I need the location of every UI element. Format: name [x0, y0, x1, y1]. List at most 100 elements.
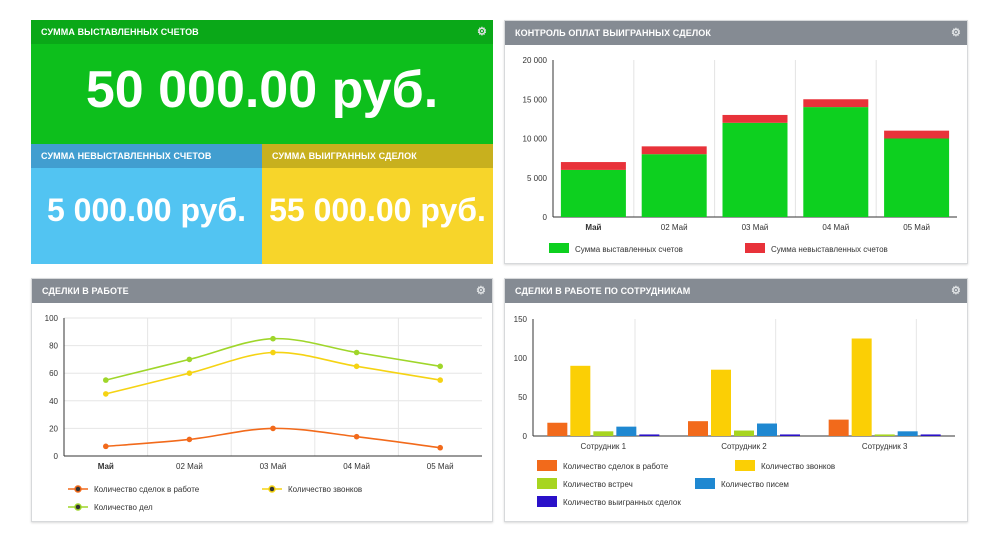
deals-point-0: [353, 433, 360, 440]
deals-x-tick-label: 05 Май: [427, 462, 454, 471]
deals-point-1: [103, 391, 109, 397]
payments-x-tick-label: 05 Май: [903, 223, 930, 232]
employees-x-tick-label: Сотрудник 1: [581, 442, 627, 451]
employees-bar-0: [828, 419, 849, 436]
deals-x-tick-label: 02 Май: [176, 462, 203, 471]
payments-header: КОНТРОЛЬ ОПЛАТ ВЫИГРАННЫХ СДЕЛОК ⚙: [505, 21, 967, 45]
deals-point-1: [186, 370, 193, 376]
employees-panel: СДЕЛКИ В РАБОТЕ ПО СОТРУДНИКАМ ⚙ 0 50 100 1…: [504, 278, 968, 522]
deals-point-0: [186, 436, 193, 443]
employees-y-tick-label: 50: [518, 393, 527, 402]
payments-bar-1: [641, 146, 707, 155]
kpi-won-header: СУММА ВЫИГРАННЫХ СДЕЛОК: [262, 144, 493, 168]
employees-bar-4: [920, 434, 941, 436]
payments-bar-1: [722, 114, 788, 123]
payments-x-tick-label: 02 Май: [661, 223, 688, 232]
payments-y-tick-label: 20 000: [523, 56, 548, 65]
employees-title: СДЕЛКИ В РАБОТЕ ПО СОТРУДНИКАМ: [515, 286, 691, 296]
payments-x-tick-label: 03 Май: [742, 223, 769, 232]
deals-legend-label: Количество звонков: [288, 485, 362, 494]
deals-point-2: [186, 356, 193, 363]
gear-icon[interactable]: ⚙: [951, 279, 961, 303]
employees-legend-swatch: [537, 460, 557, 471]
employees-bar-1: [570, 365, 591, 436]
deals-point-2: [103, 377, 109, 383]
payments-bar-0: [722, 122, 788, 217]
deals-legend-label: Количество дел: [94, 503, 153, 512]
employees-bar-2: [593, 431, 614, 436]
kpi-not-invoiced-panel: СУММА НЕВЫСТАВЛЕННЫХ СЧЕТОВ 5 000.00 руб…: [31, 144, 262, 264]
deals-point-1: [437, 377, 444, 383]
employees-x-tick-label: Сотрудник 2: [721, 442, 767, 451]
deals-chart: 0 20 40 60 80 100 Май 02 Май 03 Май 04 Май 05 Май К…: [45, 314, 482, 512]
deals-x-tick-label: 03 Май: [260, 462, 287, 471]
payments-chart: 0 5 000 10 000 15 000 20 000 Май 02 Май 03 Май 0…: [523, 56, 957, 254]
employees-legend-label: Количество звонков: [761, 462, 835, 471]
deals-point-0: [437, 444, 444, 451]
kpi-not-invoiced-title: СУММА НЕВЫСТАВЛЕННЫХ СЧЕТОВ: [41, 151, 212, 161]
deals-y-tick-label: 20: [49, 424, 58, 433]
payments-bar-0: [641, 154, 707, 217]
gear-icon[interactable]: ⚙: [477, 20, 487, 44]
payments-y-tick-label: 10 000: [523, 135, 548, 144]
employees-bar-2: [734, 430, 754, 436]
employees-header: СДЕЛКИ В РАБОТЕ ПО СОТРУДНИКАМ ⚙: [505, 279, 967, 303]
deals-legend-label: Количество сделок в работе: [94, 485, 200, 494]
deals-y-tick-label: 100: [45, 314, 59, 323]
employees-legend-swatch: [537, 478, 557, 489]
employees-bar-0: [688, 421, 708, 436]
payments-legend-label: Сумма выставленных счетов: [575, 245, 683, 254]
kpi-invoiced-value: 50 000.00 руб.: [85, 61, 439, 119]
employees-bar-4: [780, 434, 800, 436]
employees-bar-1: [851, 338, 872, 436]
deals-y-tick-label: 0: [54, 452, 59, 461]
deals-series-line-0: [105, 427, 441, 449]
kpi-not-invoiced-value: 5 000.00 руб.: [46, 192, 247, 228]
deals-point-2: [437, 363, 444, 370]
deals-header: СДЕЛКИ В РАБОТЕ ⚙: [32, 279, 492, 303]
employees-legend-label: Количество сделок в работе: [563, 462, 669, 471]
deals-legend-marker: [74, 485, 82, 493]
deals-panel: СДЕЛКИ В РАБОТЕ ⚙ 0 20 40 60 80 100 Май 02 Май 0…: [31, 278, 493, 522]
employees-legend-label: Количество выигранных сделок: [563, 498, 681, 507]
deals-legend-marker: [74, 503, 82, 511]
payments-x-tick-label: Май: [585, 223, 601, 232]
payments-legend-swatch: [549, 243, 569, 253]
deals-x-tick-label: Май: [98, 462, 114, 471]
kpi-invoiced-title: СУММА ВЫСТАВЛЕННЫХ СЧЕТОВ: [41, 27, 199, 37]
kpi-won-value: 55 000.00 руб.: [269, 192, 486, 228]
employees-legend-swatch: [735, 460, 755, 471]
employees-y-tick-label: 100: [514, 354, 528, 363]
deals-y-tick-label: 80: [49, 342, 58, 351]
payments-bar-0: [560, 169, 626, 217]
gear-icon[interactable]: ⚙: [951, 21, 961, 45]
deals-point-0: [270, 425, 276, 432]
employees-bar-4: [639, 434, 660, 436]
employees-chart: 0 50 100 150 Сотрудник 1 Сотрудник 2 Сотрудник…: [514, 315, 955, 507]
payments-bar-1: [884, 130, 950, 139]
deals-point-1: [353, 363, 360, 370]
employees-legend-swatch: [537, 496, 557, 507]
employees-legend-label: Количество писем: [721, 480, 789, 489]
payments-panel: КОНТРОЛЬ ОПЛАТ ВЫИГРАННЫХ СДЕЛОК ⚙ 0 5 00…: [504, 20, 968, 264]
employees-bar-3: [616, 426, 637, 436]
kpi-won-panel: СУММА ВЫИГРАННЫХ СДЕЛОК 55 000.00 руб.: [262, 144, 493, 264]
deals-point-2: [270, 335, 276, 342]
employees-legend-label: Количество встреч: [563, 480, 633, 489]
gear-icon[interactable]: ⚙: [476, 279, 486, 303]
payments-title: КОНТРОЛЬ ОПЛАТ ВЫИГРАННЫХ СДЕЛОК: [515, 28, 711, 38]
kpi-invoiced-panel: СУММА ВЫСТАВЛЕННЫХ СЧЕТОВ ⚙ 50 000.00 ру…: [31, 20, 493, 144]
employees-y-tick-label: 0: [523, 432, 528, 441]
employees-bar-0: [547, 422, 568, 436]
payments-bar-0: [884, 138, 950, 217]
employees-bar-1: [711, 369, 731, 436]
employees-bar-3: [897, 431, 918, 436]
deals-point-2: [353, 349, 360, 356]
deals-y-tick-label: 40: [49, 397, 58, 406]
kpi-invoiced-header: СУММА ВЫСТАВЛЕННЫХ СЧЕТОВ ⚙: [31, 20, 493, 44]
payments-legend-swatch: [745, 243, 765, 253]
employees-x-tick-label: Сотрудник 3: [862, 442, 908, 451]
payments-y-tick-label: 5 000: [527, 174, 548, 183]
deals-legend-marker: [268, 485, 276, 493]
deals-y-tick-label: 60: [49, 369, 58, 378]
